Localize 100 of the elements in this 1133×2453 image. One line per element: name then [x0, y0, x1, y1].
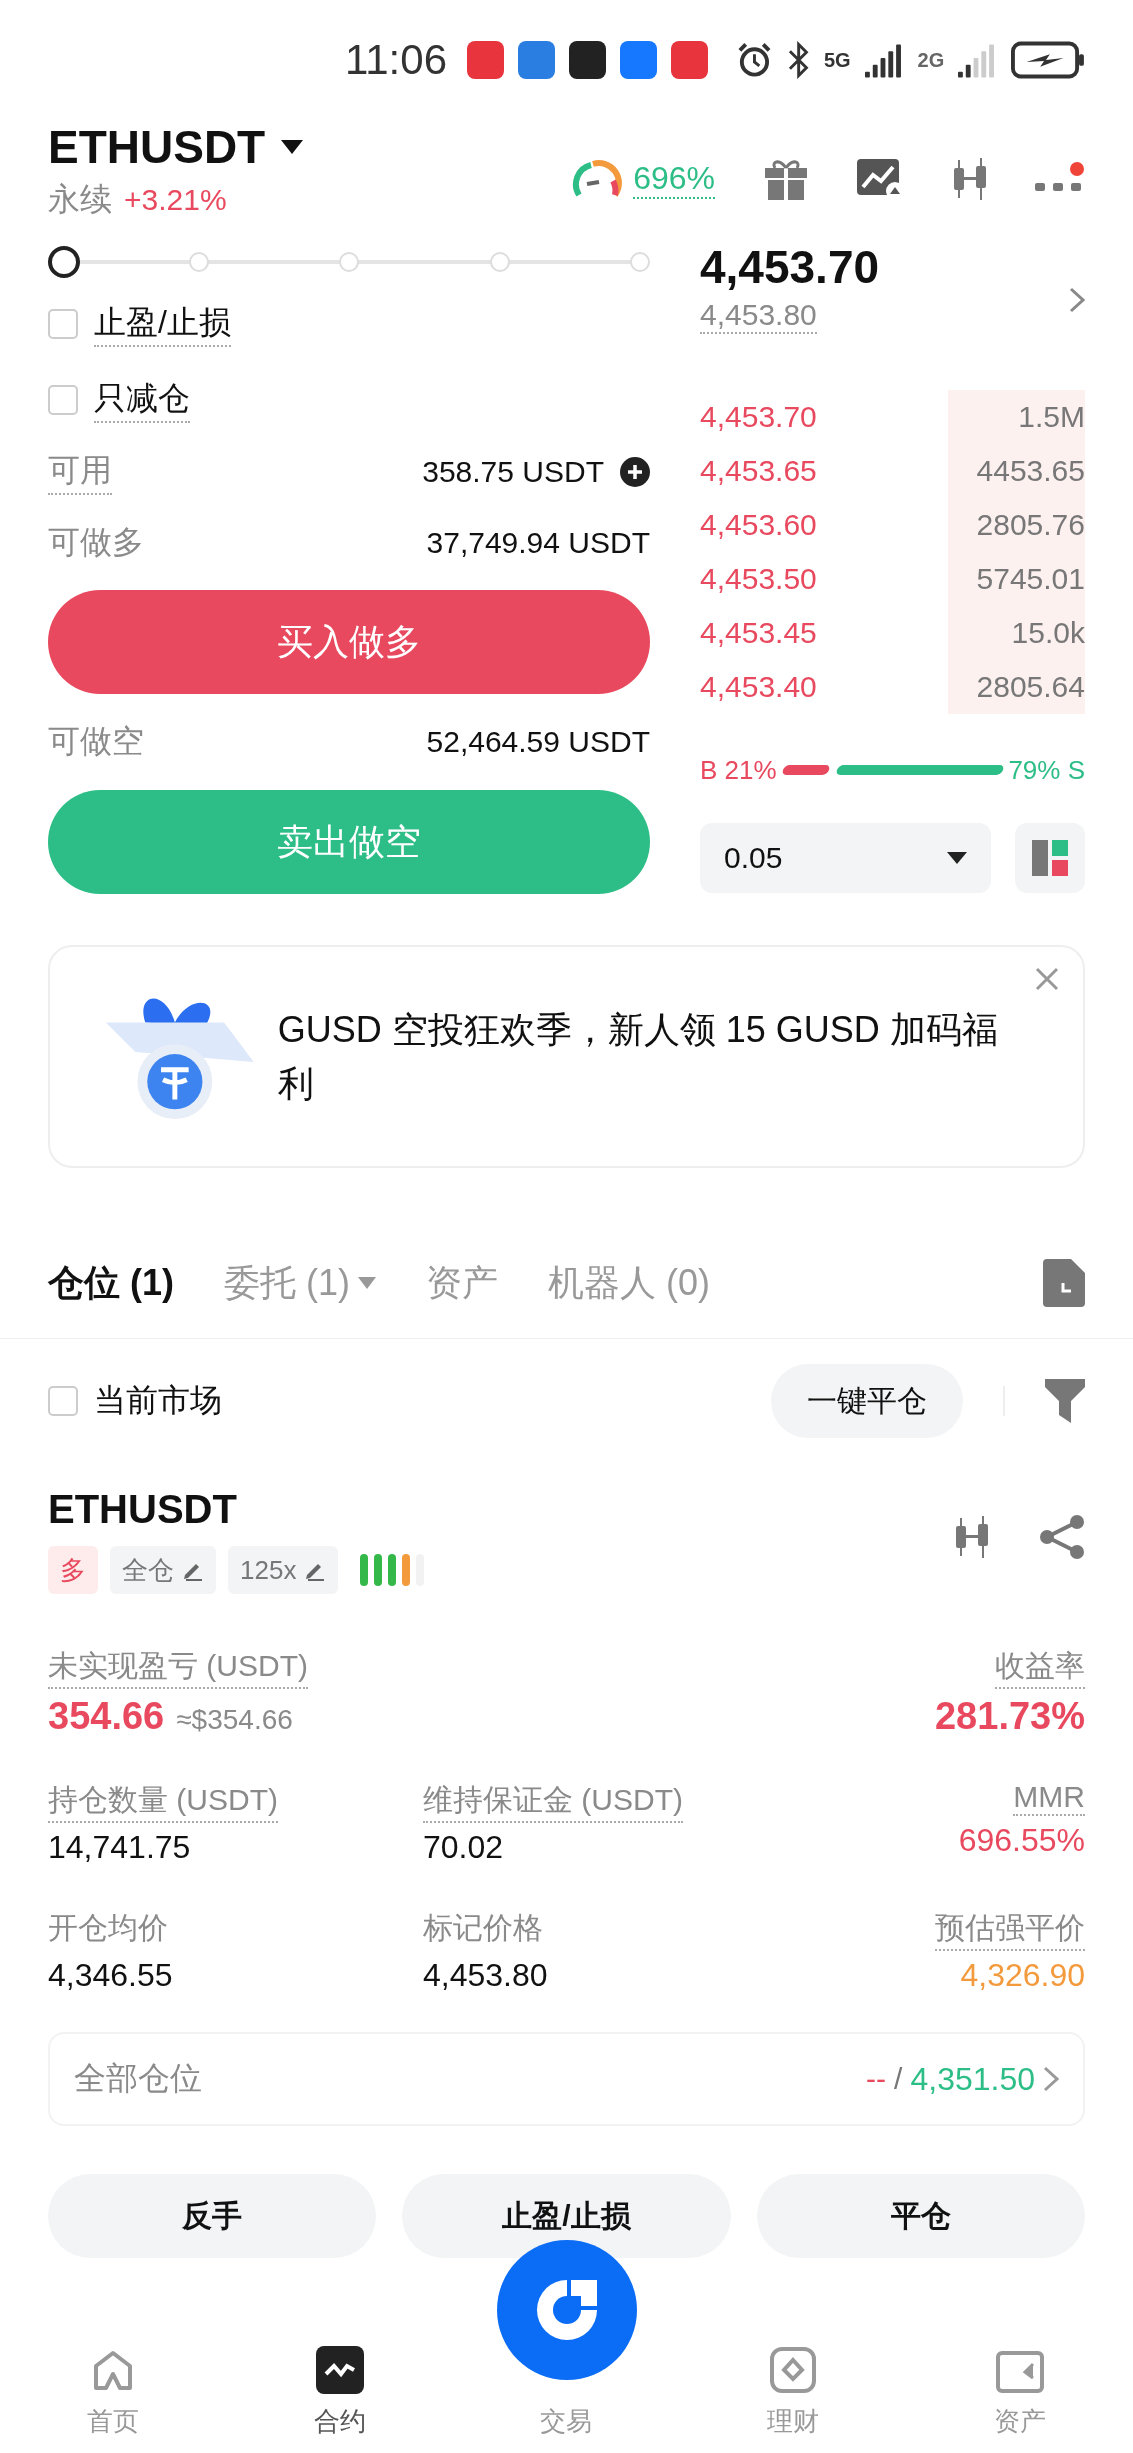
side-tag: 多 — [48, 1546, 98, 1594]
app-icon — [568, 41, 606, 79]
separator: / — [894, 2062, 903, 2096]
contract-type: 永续 — [48, 180, 112, 219]
promo-banner[interactable]: GUSD 空投狂欢季，新人领 15 GUSD 加码福利 — [48, 945, 1085, 1168]
option-label: 止盈/止损 — [94, 301, 231, 347]
caret-icon — [947, 852, 967, 864]
history-icon[interactable] — [1043, 1259, 1085, 1307]
option-label: 只减仓 — [94, 377, 190, 423]
balance-label: 可用 — [48, 449, 112, 495]
mark-price: 4,453.80 — [700, 298, 817, 334]
status-time: 11:06 — [345, 36, 447, 84]
app-icon — [619, 41, 657, 79]
metric-label: 未实现盈亏 (USDT) — [48, 1646, 308, 1689]
ask-amount: 4453.65 — [948, 444, 1085, 498]
ask-amount: 5745.01 — [948, 552, 1085, 606]
checkbox[interactable] — [48, 309, 78, 339]
ask-amount: 2805.64 — [948, 660, 1085, 714]
metric-label: 持仓数量 (USDT) — [48, 1780, 278, 1823]
app-icon — [670, 41, 708, 79]
candlestick-icon[interactable] — [955, 1516, 989, 1558]
metric-value: 696.55% — [958, 1822, 1085, 1859]
balance-label: 可做多 — [48, 523, 144, 562]
tab[interactable]: 委托 (1) — [224, 1258, 376, 1308]
app-icon — [467, 41, 504, 79]
price-change: +3.21% — [124, 183, 227, 217]
profit-value: 4,351.50 — [910, 2060, 1035, 2098]
chevron-right-icon[interactable] — [1069, 287, 1085, 313]
ask-amount: 1.5M — [948, 390, 1085, 444]
pulse-icon — [315, 2346, 364, 2394]
buy-long-button[interactable]: 买入做多 — [48, 590, 650, 694]
wallet-icon — [994, 2350, 1045, 2394]
ask-price: 4,453.65 — [700, 454, 817, 488]
balance-value: 358.75 USDT — [422, 455, 604, 489]
bluetooth-icon — [786, 41, 810, 79]
action-button[interactable]: 反手 — [48, 2174, 377, 2258]
metric-label: 收益率 — [995, 1646, 1085, 1689]
tab[interactable]: 仓位 (1) — [48, 1258, 174, 1308]
filter-label: 当前市场 — [94, 1381, 222, 1420]
banner-text: GUSD 空投狂欢季，新人领 15 GUSD 加码福利 — [277, 1007, 999, 1106]
risk-percent[interactable]: 696% — [633, 159, 715, 199]
balance-value: 52,464.59 USDT — [426, 725, 650, 759]
approx-value: ≈$354.66 — [176, 1704, 293, 1736]
close-all-button[interactable]: 一键平仓 — [771, 1364, 963, 1438]
tab[interactable]: 资产 — [426, 1258, 498, 1308]
precision-select[interactable]: 0.05 — [700, 823, 991, 893]
ask-price: 4,453.40 — [700, 670, 817, 704]
metric-value: 70.02 — [423, 1829, 504, 1866]
layout-icon — [1030, 838, 1070, 878]
chevron-right-icon — [1043, 2066, 1059, 2092]
nav-item[interactable]: 首页 — [87, 2348, 140, 2439]
tab[interactable]: 机器人 (0) — [548, 1258, 710, 1308]
checkbox[interactable] — [48, 385, 78, 415]
all-positions-label: 全部仓位 — [74, 2059, 203, 2098]
metric-label: MMR — [1013, 1780, 1085, 1816]
candlestick-icon[interactable] — [953, 158, 987, 200]
caret-icon — [358, 1277, 376, 1289]
signal-icon — [864, 42, 904, 78]
position-symbol: ETHUSDT — [48, 1487, 237, 1531]
action-button[interactable]: 止盈/止损 — [402, 2174, 731, 2258]
metric-value: 14,741.75 — [48, 1829, 191, 1866]
ask-amount: 15.0k — [948, 606, 1085, 660]
symbol-title[interactable]: ETHUSDT — [48, 120, 266, 174]
layout-button[interactable] — [1015, 823, 1085, 893]
balance-value: 37,749.94 USDT — [426, 526, 650, 560]
checkbox[interactable] — [48, 1386, 78, 1416]
edit-tag[interactable]: 125x — [228, 1546, 339, 1594]
network-label: 2G — [917, 48, 945, 72]
metric-value: 4,453.80 — [423, 1957, 548, 1994]
metric-label: 开仓均价 — [48, 1910, 168, 1946]
ask-price: 4,453.70 — [700, 400, 817, 434]
ask-price: 4,453.50 — [700, 562, 817, 596]
close-icon[interactable] — [1035, 967, 1059, 991]
battery-icon — [1011, 40, 1085, 80]
sell-ratio: 79% S — [1008, 754, 1085, 786]
nav-item[interactable]: 理财 — [767, 2346, 820, 2439]
network-label: 5G — [823, 48, 851, 72]
ask-price: 4,453.45 — [700, 616, 817, 650]
plus-icon[interactable] — [620, 457, 650, 487]
metric-value: 4,326.90 — [960, 1957, 1085, 1994]
filter-icon[interactable] — [1045, 1379, 1085, 1423]
metric-value: 281.73% — [935, 1695, 1085, 1738]
nav-item[interactable]: 交易 — [540, 2404, 593, 2439]
metric-value: 354.66 — [48, 1695, 165, 1738]
ask-amount: 2805.76 — [948, 498, 1085, 552]
loss-value: -- — [866, 2062, 887, 2096]
buy-ratio: B 21% — [700, 754, 777, 786]
edit-tag[interactable]: 全仓 — [110, 1546, 216, 1594]
sell-short-button[interactable]: 卖出做空 — [48, 790, 650, 894]
action-button[interactable]: 平仓 — [756, 2174, 1085, 2258]
share-icon[interactable] — [1039, 1514, 1085, 1560]
ask-price: 4,453.60 — [700, 508, 817, 542]
nav-item[interactable]: 合约 — [313, 2346, 366, 2439]
nav-item[interactable]: 资产 — [993, 2350, 1046, 2439]
metric-label: 标记价格 — [423, 1910, 543, 1946]
metric-label: 维持保证金 (USDT) — [423, 1780, 683, 1823]
balance-label: 可做空 — [48, 722, 144, 761]
all-positions-row[interactable]: 全部仓位 -- / 4,351.50 — [48, 2032, 1085, 2126]
caret-icon[interactable] — [281, 140, 304, 154]
metric-label: 预估强平价 — [935, 1908, 1085, 1951]
